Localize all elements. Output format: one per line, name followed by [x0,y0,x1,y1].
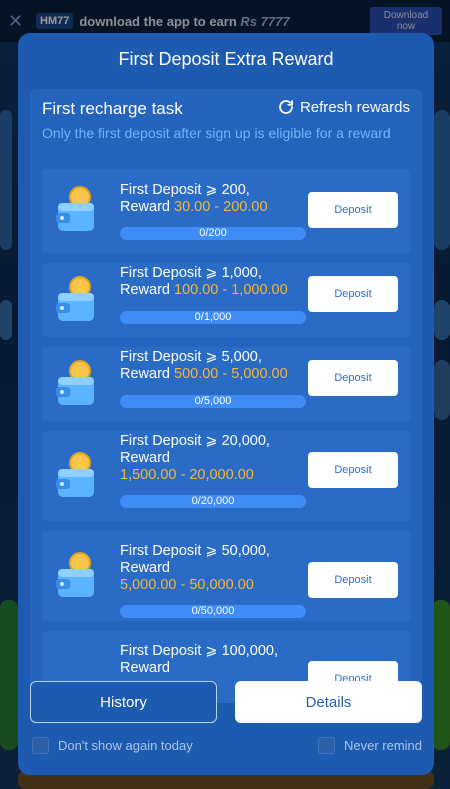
history-button[interactable]: History [30,681,217,723]
reward-range: 5,000.00 - 50,000.00 [120,577,254,593]
modal-title: First Deposit Extra Reward [118,49,334,69]
download-button[interactable]: Download now [370,7,442,35]
reward-label: Reward [120,366,170,382]
reward-range: 1,500.00 - 20,000.00 [120,467,254,483]
progress-bar: 0/200 [120,227,306,240]
wallet-coin-icon [56,186,94,231]
panel-header: First recharge task Refresh rewards [30,89,422,125]
wallet-coin-icon [56,276,94,321]
reward-label: Reward [120,660,170,676]
task-condition: First Deposit ⩾ 1,000, [120,265,262,281]
close-icon[interactable]: ✕ [8,11,36,32]
app-logo: HM77 [36,13,74,29]
modal-actions: History Details [30,681,422,723]
task-description: First Deposit ⩾ 5,000, Reward 500.00 - 5… [120,349,300,383]
progress-bar: 0/5,000 [120,395,306,408]
dont-show-today-checkbox[interactable]: Don't show again today [32,737,193,754]
promo-text: download the app to earn Rs 7777 [79,14,370,29]
reward-label: Reward [120,560,170,576]
reward-range: 100.00 - 1,000.00 [174,282,288,298]
reminder-options: Don't show again today Never remind [30,737,422,757]
task-panel: First recharge task Refresh rewards Only… [30,89,422,703]
never-remind-label: Never remind [343,738,422,753]
promo-message: download the app to earn [79,13,237,29]
task-card: First Deposit ⩾ 20,000, Reward 1,500.00 … [42,431,410,521]
wallet-coin-icon [56,452,94,497]
dont-show-today-label: Don't show again today [58,738,193,753]
reward-label: Reward [120,199,170,215]
task-card: First Deposit ⩾ 200, Reward 30.00 - 200.… [42,169,410,253]
task-description: First Deposit ⩾ 1,000, Reward 100.00 - 1… [120,265,300,299]
task-condition: First Deposit ⩾ 100,000, [120,643,279,659]
refresh-rewards-button[interactable]: Refresh rewards [277,98,410,116]
task-description: First Deposit ⩾ 100,000, Reward [120,643,300,677]
eligibility-note: Only the first deposit after sign up is … [42,125,391,141]
task-condition: First Deposit ⩾ 20,000, [120,433,270,449]
background-tile [0,110,12,250]
task-condition: First Deposit ⩾ 200, [120,182,250,198]
background-tile [0,600,18,750]
task-card: First Deposit ⩾ 1,000, Reward 100.00 - 1… [42,263,410,337]
never-remind-checkbox[interactable]: Never remind [317,737,422,754]
background-tile [434,300,450,340]
deposit-button[interactable]: Deposit [308,452,398,488]
task-title: First recharge task [42,99,183,118]
promo-amount: Rs 7777 [240,13,290,29]
wallet-coin-icon [56,552,94,597]
refresh-icon [279,100,293,114]
deposit-button[interactable]: Deposit [308,276,398,312]
reward-label: Reward [120,450,170,466]
background-tile [0,300,12,340]
task-condition: First Deposit ⩾ 5,000, [120,349,262,365]
wallet-coin-icon [56,360,94,405]
reward-range: 500.00 - 5,000.00 [174,366,288,382]
deposit-button[interactable]: Deposit [308,192,398,228]
progress-bar: 0/20,000 [120,495,306,508]
progress-bar: 0/1,000 [120,311,306,324]
checkbox-box[interactable] [32,737,49,754]
reward-range: 30.00 - 200.00 [174,199,268,215]
first-deposit-modal: First Deposit Extra Reward First recharg… [18,33,434,775]
task-description: First Deposit ⩾ 200, Reward 30.00 - 200.… [120,182,300,216]
background-tile [432,600,450,750]
task-card: First Deposit ⩾ 50,000, Reward 5,000.00 … [42,531,410,621]
refresh-label: Refresh rewards [299,98,410,116]
task-description: First Deposit ⩾ 20,000, Reward 1,500.00 … [120,433,300,484]
progress-bar: 0/50,000 [120,605,306,618]
task-condition: First Deposit ⩾ 50,000, [120,543,270,559]
task-description: First Deposit ⩾ 50,000, Reward 5,000.00 … [120,543,300,594]
details-button[interactable]: Details [235,681,422,723]
background-tile [434,360,450,420]
checkbox-box[interactable] [317,737,335,754]
task-card: First Deposit ⩾ 5,000, Reward 500.00 - 5… [42,347,410,421]
deposit-button[interactable]: Deposit [308,360,398,396]
background-tile [434,110,450,250]
deposit-button[interactable]: Deposit [308,562,398,598]
reward-label: Reward [120,282,170,298]
